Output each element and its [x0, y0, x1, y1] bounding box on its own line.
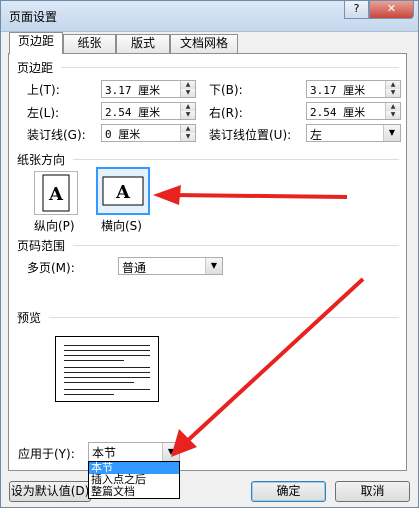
spin-up-icon[interactable]: ▲: [385, 81, 400, 89]
preview-line: [64, 382, 134, 383]
close-button[interactable]: ✕: [369, 1, 414, 19]
right-margin-label: 右(R):: [209, 106, 243, 120]
orientation-section-title: 纸张方向: [17, 153, 66, 167]
left-margin-label: 左(L):: [27, 106, 60, 120]
annotation-arrow-icon: [171, 277, 365, 457]
landscape-option[interactable]: A: [96, 167, 150, 215]
multiple-pages-label: 多页(M):: [27, 261, 75, 275]
tab-layout[interactable]: 版式: [116, 34, 170, 53]
spin-down-icon[interactable]: ▼: [385, 89, 400, 97]
left-margin-value: 2.54 厘米: [105, 106, 161, 119]
spin-down-icon[interactable]: ▼: [180, 111, 195, 119]
divider: [73, 159, 399, 160]
spin-up-icon[interactable]: ▲: [180, 125, 195, 133]
apply-option[interactable]: 整篇文档: [89, 486, 179, 498]
pages-section-title: 页码范围: [17, 239, 66, 253]
apply-to-dropdown-list: 本节 插入点之后 整篇文档: [88, 461, 180, 499]
help-button[interactable]: ?: [344, 1, 369, 19]
top-margin-value: 3.17 厘米: [105, 84, 161, 97]
preview-line: [64, 350, 150, 351]
gutter-position-select[interactable]: 左 ▼: [306, 124, 401, 142]
gutter-position-value: 左: [310, 128, 323, 142]
gutter-position-label: 装订线位置(U):: [209, 128, 292, 142]
bottom-margin-label: 下(B):: [209, 83, 243, 97]
ok-button[interactable]: 确定: [251, 481, 326, 502]
divider: [73, 245, 399, 246]
multiple-pages-value: 普通: [122, 261, 147, 275]
landscape-label: 横向(S): [101, 219, 142, 233]
cancel-button[interactable]: 取消: [335, 481, 410, 502]
landscape-glyph: A: [115, 182, 131, 203]
divider: [61, 67, 399, 68]
bottom-margin-value: 3.17 厘米: [310, 84, 366, 97]
right-margin-spinner[interactable]: 2.54 厘米 ▲ ▼: [306, 102, 401, 120]
spin-up-icon[interactable]: ▲: [180, 103, 195, 111]
title-bar: 页面设置 ? ✕: [1, 1, 418, 32]
annotation-arrow-icon: [153, 185, 348, 205]
window-title: 页面设置: [9, 10, 58, 24]
page-setup-dialog: 页面设置 ? ✕ 页边距 纸张 版式 文档网格 页边距 上(T): 3.17 厘…: [0, 0, 419, 508]
preview-line: [64, 360, 124, 361]
preview-section-title: 预览: [17, 311, 42, 325]
portrait-option[interactable]: A: [34, 171, 78, 215]
preview-line: [64, 377, 150, 378]
chevron-down-icon[interactable]: ▼: [383, 125, 400, 141]
gutter-label: 装订线(G):: [27, 128, 86, 142]
landscape-page-icon: A: [102, 176, 144, 206]
preview-line: [64, 345, 150, 346]
chevron-down-icon[interactable]: ▼: [205, 258, 222, 274]
spin-up-icon[interactable]: ▲: [385, 103, 400, 111]
preview-line: [64, 394, 114, 395]
bottom-margin-spinner[interactable]: 3.17 厘米 ▲ ▼: [306, 80, 401, 98]
apply-to-label: 应用于(Y):: [18, 447, 75, 461]
margins-section-title: 页边距: [17, 61, 54, 75]
spin-down-icon[interactable]: ▼: [385, 111, 400, 119]
top-margin-spinner[interactable]: 3.17 厘米 ▲ ▼: [101, 80, 196, 98]
portrait-label: 纵向(P): [34, 219, 75, 233]
apply-to-value: 本节: [92, 446, 117, 460]
preview-line: [64, 372, 150, 373]
preview-line: [64, 389, 150, 390]
gutter-value: 0 厘米: [105, 128, 141, 141]
top-margin-label: 上(T):: [27, 83, 60, 97]
preview-line: [64, 355, 150, 356]
gutter-spinner[interactable]: 0 厘米 ▲ ▼: [101, 124, 196, 142]
tab-margins[interactable]: 页边距: [9, 32, 63, 54]
tab-document-grid[interactable]: 文档网格: [170, 34, 238, 53]
spin-up-icon[interactable]: ▲: [180, 81, 195, 89]
page-preview: [55, 336, 159, 402]
right-margin-value: 2.54 厘米: [310, 106, 366, 119]
tab-paper[interactable]: 纸张: [63, 34, 116, 53]
portrait-page-icon: A: [42, 174, 70, 212]
spin-down-icon[interactable]: ▼: [180, 133, 195, 141]
preview-line: [64, 367, 150, 368]
multiple-pages-select[interactable]: 普通 ▼: [118, 257, 223, 275]
spin-down-icon[interactable]: ▼: [180, 89, 195, 97]
left-margin-spinner[interactable]: 2.54 厘米 ▲ ▼: [101, 102, 196, 120]
portrait-glyph: A: [48, 184, 64, 205]
set-default-button[interactable]: 设为默认值(D): [9, 481, 91, 502]
